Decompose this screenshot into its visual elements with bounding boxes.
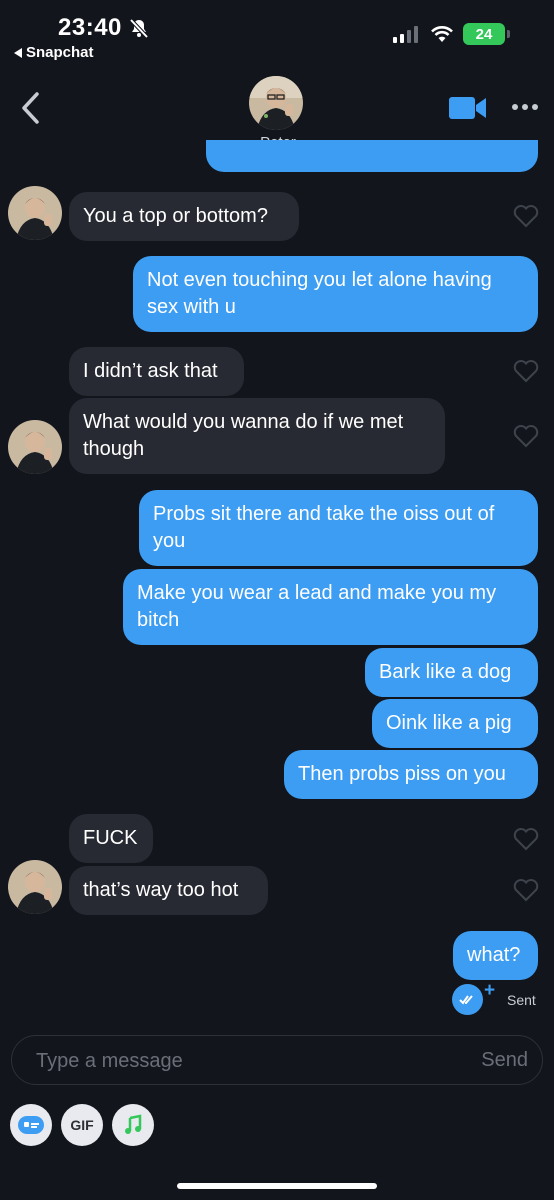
contact-avatar-small[interactable] [8, 860, 62, 914]
battery-level: 24 [475, 25, 493, 43]
battery-indicator: 24 [463, 23, 510, 45]
sent-check-icon [452, 984, 483, 1015]
message-composer: Send [11, 1035, 543, 1085]
plus-icon: + [484, 980, 496, 1001]
heart-icon[interactable] [513, 359, 539, 383]
sticker-button[interactable] [10, 1104, 52, 1146]
outgoing-message[interactable]: Then probs piss on you [284, 750, 538, 799]
send-button[interactable]: Send [481, 1049, 528, 1072]
heart-icon[interactable] [513, 424, 539, 448]
gif-button[interactable]: GIF [61, 1104, 103, 1146]
video-call-icon[interactable] [449, 95, 487, 121]
outgoing-message[interactable]: what? [453, 931, 538, 980]
back-arrow-icon [14, 47, 22, 58]
outgoing-message[interactable]: Probs sit there and take the oiss out of… [139, 490, 538, 566]
incoming-message[interactable]: You a top or bottom? [69, 192, 299, 241]
heart-icon[interactable] [513, 878, 539, 902]
bell-muted-icon [129, 18, 149, 39]
music-note-icon [125, 1114, 142, 1134]
status-time: 23:40 [58, 14, 122, 41]
outgoing-message[interactable]: Bark like a dog [365, 648, 538, 697]
home-indicator[interactable] [177, 1183, 377, 1189]
previous-message-bubble[interactable] [206, 140, 538, 172]
sticker-icon [18, 1116, 44, 1134]
back-app-label: Snapchat [26, 44, 94, 61]
wifi-icon [431, 26, 453, 42]
back-to-app-link[interactable]: Snapchat [14, 44, 94, 61]
outgoing-message[interactable]: Not even touching you let alone having s… [133, 256, 538, 332]
contact-avatar-small[interactable] [8, 420, 62, 474]
cellular-signal-icon [393, 25, 418, 43]
outgoing-message[interactable]: Make you wear a lead and make you my bit… [123, 569, 538, 645]
incoming-message[interactable]: that’s way too hot [69, 866, 268, 915]
back-chevron-icon[interactable] [18, 90, 42, 126]
incoming-message[interactable]: FUCK [69, 814, 153, 863]
incoming-message[interactable]: What would you wanna do if we met though [69, 398, 445, 474]
outgoing-message[interactable]: Oink like a pig [372, 699, 538, 748]
contact-avatar-small[interactable] [8, 186, 62, 240]
contact-avatar[interactable] [249, 76, 303, 130]
delivery-status [452, 984, 483, 1015]
more-options-icon[interactable] [512, 104, 538, 110]
gif-label: GIF [70, 1117, 94, 1133]
sent-status-label: Sent [507, 992, 536, 1008]
heart-icon[interactable] [513, 204, 539, 228]
message-input[interactable] [36, 1048, 436, 1074]
heart-icon[interactable] [513, 827, 539, 851]
music-button[interactable] [112, 1104, 154, 1146]
incoming-message[interactable]: I didn’t ask that [69, 347, 244, 396]
